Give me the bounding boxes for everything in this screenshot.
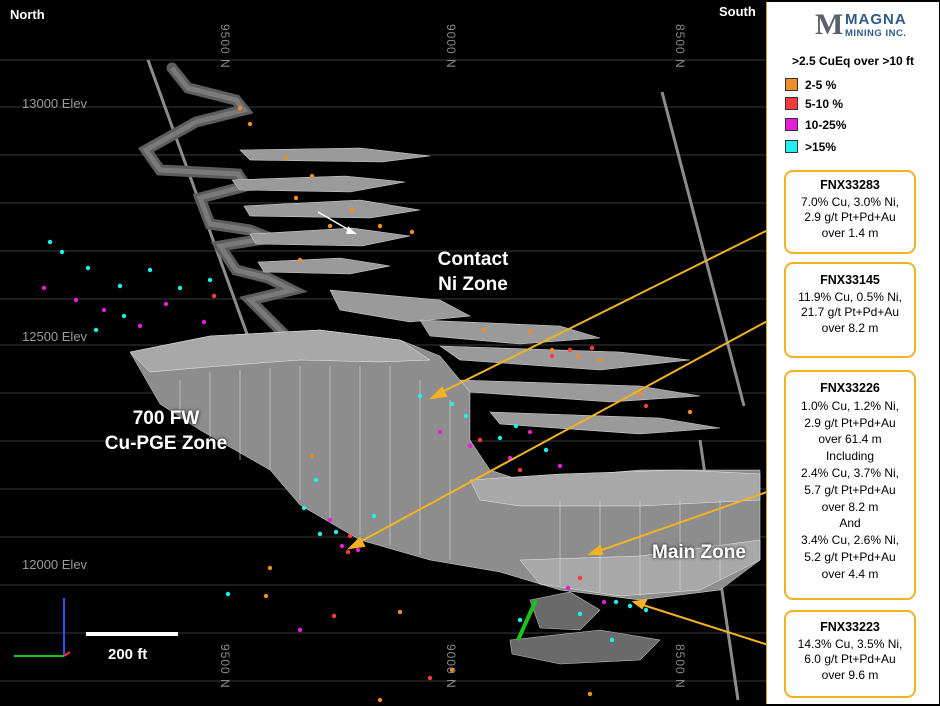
callout-line: 7.0% Cu, 3.0% Ni, [800, 194, 900, 209]
contact-zone-line-1: Contact [437, 249, 509, 270]
callout-line: 6.0 g/t Pt+Pd+Au [804, 652, 896, 667]
axis-triad [14, 598, 71, 657]
callout-fnx33145: FNX33145 11.9% Cu, 0.5% Ni, 21.7 g/t Pt+… [784, 262, 916, 358]
scale-label: 200 ft [108, 646, 148, 663]
callout-line: over 8.2 m [821, 320, 879, 335]
main-zone-label: Main Zone [652, 542, 746, 563]
callout-line: 11.9% Cu, 0.5% Ni, [798, 289, 902, 304]
callout-line: over 1.4 m [821, 225, 879, 240]
northing-label-9500-bottom: 9500 N [218, 644, 232, 689]
contact-ni-zone-label: Contact Ni Zone [428, 247, 518, 297]
north-label: North [10, 7, 45, 22]
legend-item-15: >15% [785, 140, 836, 154]
contact-zone-line-2: Ni Zone [438, 274, 508, 295]
fw-cu-pge-zone-label: 700 FW Cu-PGE Zone [96, 406, 236, 456]
callout-line: And [839, 516, 861, 531]
northing-label-8500-top: 8500 N [673, 24, 687, 69]
callout-line: 21.7 g/t Pt+Pd+Au [800, 305, 900, 320]
legend-swatch-red [785, 97, 798, 110]
northing-label-9000-bottom: 9000 N [444, 644, 458, 689]
callout-line: 1.0% Cu, 1.2% Ni, [800, 398, 900, 413]
callout-line: over 8.2 m [821, 499, 879, 514]
company-logo: M MAGNA MINING INC. [815, 10, 930, 40]
callout-line: 2.9 g/t Pt+Pd+Au [804, 415, 896, 430]
south-label: South [719, 4, 756, 19]
legend-item-5-10: 5-10 % [785, 97, 843, 111]
callout-hole-id: FNX33145 [820, 273, 880, 287]
scale-bar [86, 632, 178, 636]
callout-line: 2.4% Cu, 3.7% Ni, [800, 465, 900, 480]
legend-item-label: 5-10 % [805, 97, 844, 111]
legend-item-label: >15% [805, 140, 837, 154]
legend-swatch-cyan [785, 140, 798, 153]
elevation-label-12500: 12500 Elev [22, 329, 88, 344]
callout-hole-id: FNX33283 [820, 178, 880, 192]
legend-item-2-5: 2-5 % [785, 78, 836, 92]
callout-line: 3.4% Cu, 2.6% Ni, [800, 533, 900, 548]
callout-line: 5.2 g/t Pt+Pd+Au [804, 549, 896, 564]
callout-line: 2.9 g/t Pt+Pd+Au [804, 210, 896, 225]
northing-label-9000-top: 9000 N [444, 24, 458, 69]
elevation-label-13000: 13000 Elev [22, 96, 88, 111]
legend-item-label: 10-25% [805, 118, 847, 132]
logo-mark-icon: M [815, 8, 844, 41]
legend-title: >2.5 CuEq over >10 ft [791, 54, 915, 68]
legend-item-10-25: 10-25% [785, 118, 846, 132]
elevation-label-12000: 12000 Elev [22, 557, 88, 572]
callout-line: 5.7 g/t Pt+Pd+Au [804, 482, 896, 497]
logo-wordmark: MAGNA [845, 11, 907, 28]
callout-line: 14.3% Cu, 3.5% Ni, [797, 636, 903, 651]
northing-label-9500-top: 9500 N [218, 24, 232, 69]
legend-swatch-orange [785, 78, 798, 91]
fw-zone-line-1: 700 FW [132, 408, 200, 429]
legend-item-label: 2-5 % [805, 78, 837, 92]
northing-label-8500-bottom: 8500 N [673, 644, 687, 689]
fw-zone-line-2: Cu-PGE Zone [104, 433, 228, 454]
callout-line: Including [825, 449, 875, 464]
callout-hole-id: FNX33223 [820, 620, 880, 634]
callout-line: over 9.6 m [821, 667, 879, 682]
logo-subtitle: MINING INC. [845, 28, 907, 39]
callout-fnx33223: FNX33223 14.3% Cu, 3.5% Ni, 6.0 g/t Pt+P… [784, 610, 916, 698]
legend-swatch-magenta [785, 118, 798, 131]
callout-line: over 61.4 m [818, 432, 882, 447]
callout-fnx33226: FNX33226 1.0% Cu, 1.2% Ni, 2.9 g/t Pt+Pd… [784, 370, 916, 600]
callout-line: over 4.4 m [821, 566, 879, 581]
callout-hole-id: FNX33226 [820, 381, 880, 395]
callout-fnx33283: FNX33283 7.0% Cu, 3.0% Ni, 2.9 g/t Pt+Pd… [784, 170, 916, 254]
section-view: North South 13000 Elev 12500 Elev 12000 … [0, 0, 940, 706]
